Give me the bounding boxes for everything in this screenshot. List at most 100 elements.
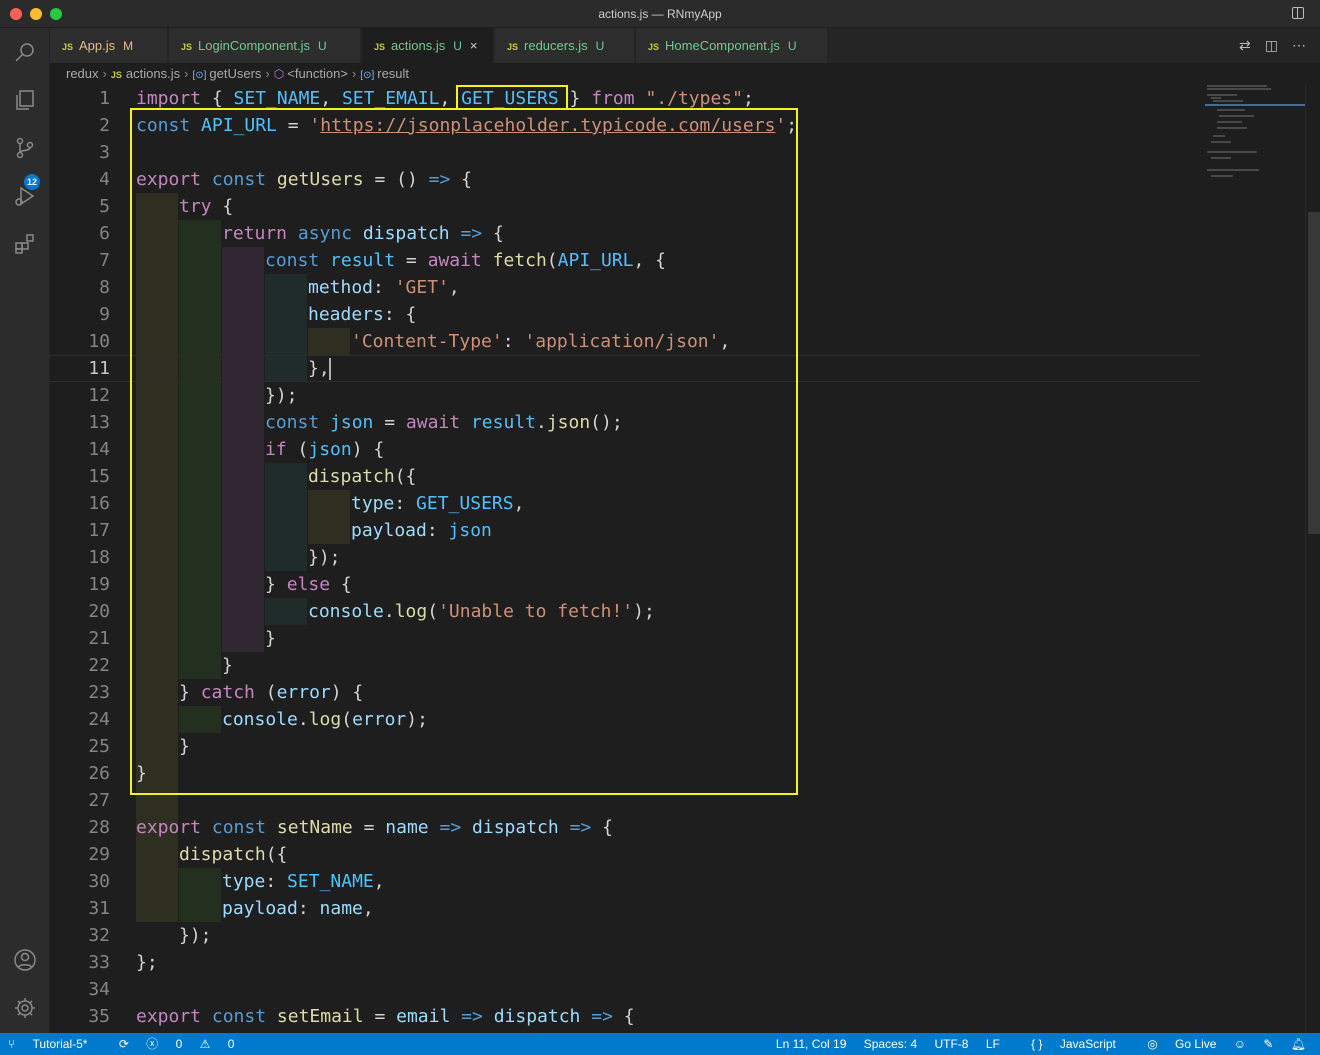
end-of-line[interactable]: LF xyxy=(986,1037,1000,1051)
customize-layout-icon[interactable] xyxy=(1292,7,1304,19)
tab-git-status: M xyxy=(123,39,134,53)
tab-label: reducers.js xyxy=(524,38,588,53)
code-line: 28 export const setName = name => dispat… xyxy=(50,814,1200,841)
line-number: 15 xyxy=(88,466,110,487)
line-number: 33 xyxy=(88,952,110,973)
line-number: 25 xyxy=(88,736,110,757)
minimap-line xyxy=(1219,115,1254,117)
git-branch[interactable]: ⑂ Tutorial-5* xyxy=(8,1037,101,1051)
go-live-label: Go Live xyxy=(1175,1037,1217,1051)
code-text: }); xyxy=(179,925,212,946)
close-tab-icon[interactable]: × xyxy=(470,38,478,53)
run-debug-icon[interactable] xyxy=(13,184,37,208)
minimap-line xyxy=(1207,169,1259,171)
variable-symbol-icon: [⊙] xyxy=(360,70,375,81)
warning-count: 0 xyxy=(227,1037,235,1051)
line-number: 13 xyxy=(88,412,110,433)
tab-app-js[interactable]: JS App.js M xyxy=(50,28,168,63)
minimap[interactable] xyxy=(1205,85,1305,205)
more-actions-icon[interactable]: ⋯ xyxy=(1292,37,1306,53)
javascript-file-icon: JS xyxy=(62,42,74,52)
line-number: 7 xyxy=(99,250,110,271)
status-bar: ⑂ Tutorial-5* ⟳ ⓧ 0 ⚠ 0 Ln 11, Col 19 Sp… xyxy=(0,1033,1320,1055)
tab-git-status: U xyxy=(595,39,605,53)
breadcrumb-symbol-getusers[interactable]: getUsers xyxy=(209,66,261,81)
breadcrumb-symbol-function[interactable]: <function> xyxy=(287,66,348,81)
minimap-line xyxy=(1207,151,1257,153)
breadcrumb-symbol-result[interactable]: result xyxy=(377,66,409,81)
cursor-position[interactable]: Ln 11, Col 19 xyxy=(776,1037,847,1051)
line-number: 31 xyxy=(88,898,110,919)
javascript-file-icon: JS xyxy=(648,42,660,52)
minimap-line xyxy=(1207,88,1271,90)
tab-reducers-js[interactable]: JS reducers.js U xyxy=(495,28,635,63)
highlight-box-get-users-block xyxy=(130,108,798,795)
line-number: 21 xyxy=(88,628,110,649)
notifications-bell-icon[interactable]: 🔔︎ xyxy=(1291,1037,1306,1051)
feedback-icon[interactable]: ✎ xyxy=(1263,1037,1273,1051)
highlight-box-get-users xyxy=(456,85,568,110)
tab-label: LoginComponent.js xyxy=(198,38,311,53)
broadcast-icon: ◎ xyxy=(1147,1037,1162,1051)
line-number: 23 xyxy=(88,682,110,703)
copilot-icon[interactable]: ☺ xyxy=(1234,1037,1246,1051)
code-text: export const setEmail = email => dispatc… xyxy=(136,1006,635,1027)
line-number: 12 xyxy=(88,385,110,406)
git-branch-label: Tutorial-5* xyxy=(32,1037,88,1051)
variable-symbol-icon: [⊙] xyxy=(192,70,207,81)
minimap-current-line xyxy=(1205,104,1305,106)
minimap-line xyxy=(1213,100,1243,102)
editor-actions: ⇄ ◫ ⋯ xyxy=(1225,37,1306,54)
line-number: 34 xyxy=(88,979,110,1000)
line-number: 19 xyxy=(88,574,110,595)
go-live-button[interactable]: ◎ Go Live xyxy=(1133,1037,1216,1051)
tab-actions-js[interactable]: JS actions.js U × xyxy=(362,28,494,63)
line-number: 2 xyxy=(99,115,110,136)
error-count: 0 xyxy=(175,1037,183,1051)
minimap-line xyxy=(1211,97,1221,99)
tab-home-component-js[interactable]: JS HomeComponent.js U xyxy=(636,28,828,63)
warning-icon: ⚠ xyxy=(199,1037,214,1051)
code-editor[interactable]: 1 import { SET_NAME, SET_EMAIL, GET_USER… xyxy=(50,85,1305,1033)
account-icon[interactable] xyxy=(13,948,37,972)
chevron-right-icon: › xyxy=(102,66,107,81)
minimap-line xyxy=(1207,94,1237,96)
extensions-icon[interactable] xyxy=(13,232,37,256)
code-text: dispatch({ xyxy=(179,844,288,865)
line-number: 1 xyxy=(99,88,110,109)
editor-tab-bar: JS App.js M JS LoginComponent.js U JS actions… xyxy=(50,28,1320,63)
line-number: 11 xyxy=(88,358,110,379)
tab-login-component-js[interactable]: JS LoginComponent.js U xyxy=(169,28,361,63)
line-number: 32 xyxy=(88,925,110,946)
activity-bar: 12 xyxy=(0,28,50,1033)
minimap-line xyxy=(1211,175,1233,177)
indentation[interactable]: Spaces: 4 xyxy=(864,1037,917,1051)
braces-icon: { } xyxy=(1031,1037,1046,1051)
function-symbol-icon: ⬡ xyxy=(273,67,285,81)
sync-icon[interactable]: ⟳ xyxy=(119,1037,129,1051)
language-mode[interactable]: { } JavaScript xyxy=(1017,1037,1116,1051)
code-line: 31 payload: name, xyxy=(50,895,1200,922)
split-editor-icon[interactable]: ◫ xyxy=(1265,37,1278,53)
minimap-line xyxy=(1213,135,1225,137)
tab-git-status: U xyxy=(318,39,327,53)
line-number: 5 xyxy=(99,196,110,217)
minimap-line xyxy=(1207,85,1267,87)
problems-indicator[interactable]: ⓧ 0 ⚠ 0 xyxy=(146,1037,248,1051)
explorer-icon[interactable] xyxy=(13,88,37,112)
minimap-line xyxy=(1217,121,1242,123)
vertical-scrollbar-thumb[interactable] xyxy=(1308,212,1320,534)
compare-changes-icon[interactable]: ⇄ xyxy=(1239,37,1251,53)
line-number: 6 xyxy=(99,223,110,244)
breadcrumb: redux › JS actions.js › [⊙] getUsers › ⬡ <functio… xyxy=(50,63,1320,85)
breadcrumb-folder[interactable]: redux xyxy=(66,66,99,81)
source-control-icon[interactable] xyxy=(13,136,37,160)
line-number: 16 xyxy=(88,493,110,514)
breadcrumb-file[interactable]: actions.js xyxy=(126,66,180,81)
line-number: 18 xyxy=(88,547,110,568)
javascript-file-icon: JS xyxy=(181,42,193,52)
search-icon[interactable] xyxy=(13,40,37,64)
file-encoding[interactable]: UTF-8 xyxy=(934,1037,968,1051)
line-number: 24 xyxy=(88,709,110,730)
settings-gear-icon[interactable] xyxy=(13,996,37,1020)
